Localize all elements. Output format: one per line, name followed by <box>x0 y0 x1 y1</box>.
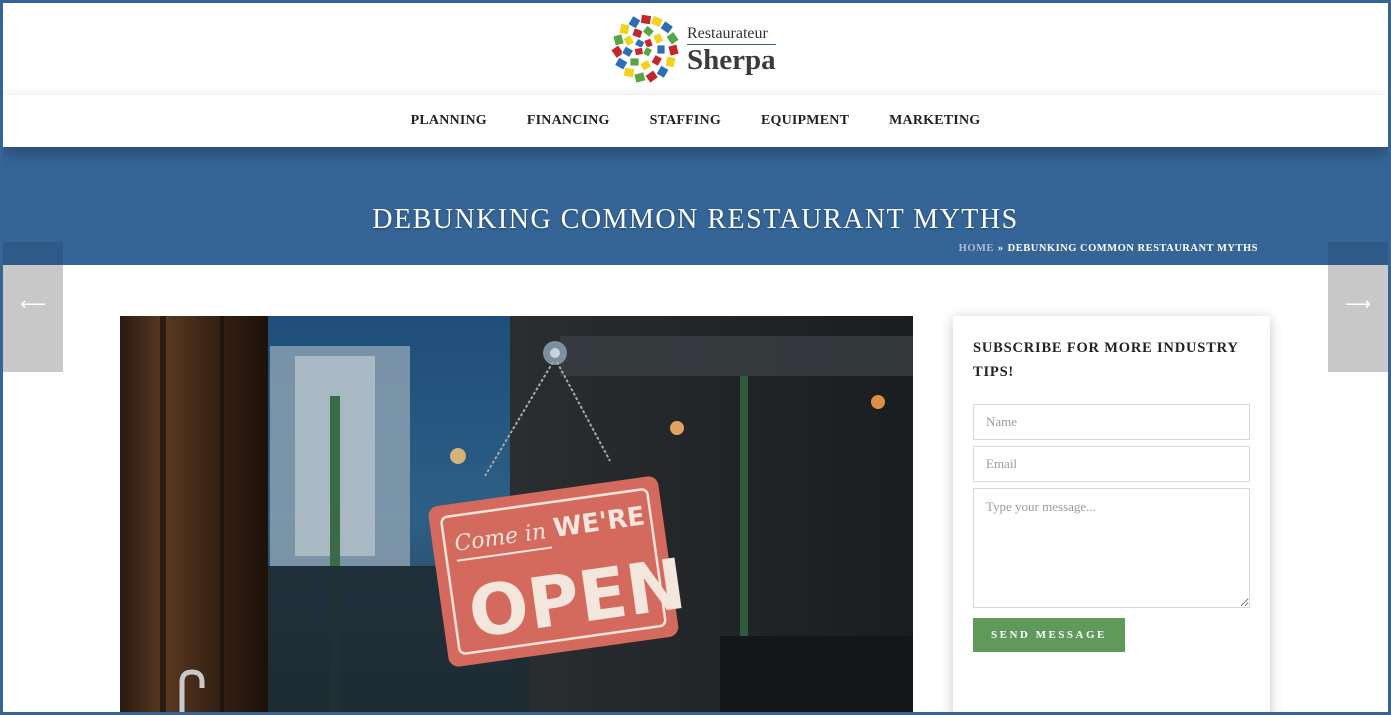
message-textarea[interactable] <box>973 488 1250 608</box>
breadcrumb-current: DEBUNKING COMMON RESTAURANT MYTHS <box>1007 243 1258 254</box>
main-nav: PLANNING FINANCING STAFFING EQUIPMENT MA… <box>3 95 1388 147</box>
subscribe-title: SUBSCRIBE FOR MORE INDUSTRY TIPS! <box>973 340 1239 380</box>
name-input[interactable] <box>973 404 1250 440</box>
email-input[interactable] <box>973 446 1250 482</box>
logo-text: Restaurateur Sherpa <box>687 25 776 76</box>
nav-item-planning[interactable]: PLANNING <box>411 113 487 129</box>
page-title: DEBUNKING COMMON RESTAURANT MYTHS <box>372 203 1019 235</box>
send-message-button[interactable]: SEND MESSAGE <box>973 618 1125 652</box>
nav-item-equipment[interactable]: EQUIPMENT <box>761 113 849 129</box>
breadcrumb-separator: » <box>997 243 1004 254</box>
breadcrumb: HOME» DEBUNKING COMMON RESTAURANT MYTHS <box>959 243 1258 254</box>
featured-image: Come in WE'RE OPEN <box>120 316 913 712</box>
open-sign-photo: Come in WE'RE OPEN <box>120 316 913 712</box>
previous-post-button[interactable]: ⟵ <box>3 242 63 372</box>
next-post-button[interactable]: ⟶ <box>1328 242 1388 372</box>
arrow-right-icon: ⟶ <box>1345 294 1371 315</box>
title-band: DEBUNKING COMMON RESTAURANT MYTHS HOME» D… <box>3 147 1388 265</box>
logo-tagline: Restaurateur <box>687 25 776 45</box>
browser-frame: Restaurateur Sherpa PLANNING FINANCING S… <box>0 0 1391 715</box>
site-header: Restaurateur Sherpa <box>3 3 1388 95</box>
nav-item-financing[interactable]: FINANCING <box>527 113 610 129</box>
logo-wordmark: Sherpa <box>687 43 776 76</box>
nav-item-marketing[interactable]: MARKETING <box>889 113 980 129</box>
nav-item-staffing[interactable]: STAFFING <box>650 113 721 129</box>
arrow-left-icon: ⟵ <box>20 294 46 315</box>
previous-post-shade <box>3 242 63 265</box>
next-post-shade <box>1328 242 1388 265</box>
mosaic-spiral-logo-icon <box>611 13 680 84</box>
site-logo[interactable]: Restaurateur Sherpa <box>611 11 791 89</box>
subscribe-widget: SUBSCRIBE FOR MORE INDUSTRY TIPS! SEND M… <box>953 316 1270 712</box>
breadcrumb-home-link[interactable]: HOME <box>959 243 994 254</box>
